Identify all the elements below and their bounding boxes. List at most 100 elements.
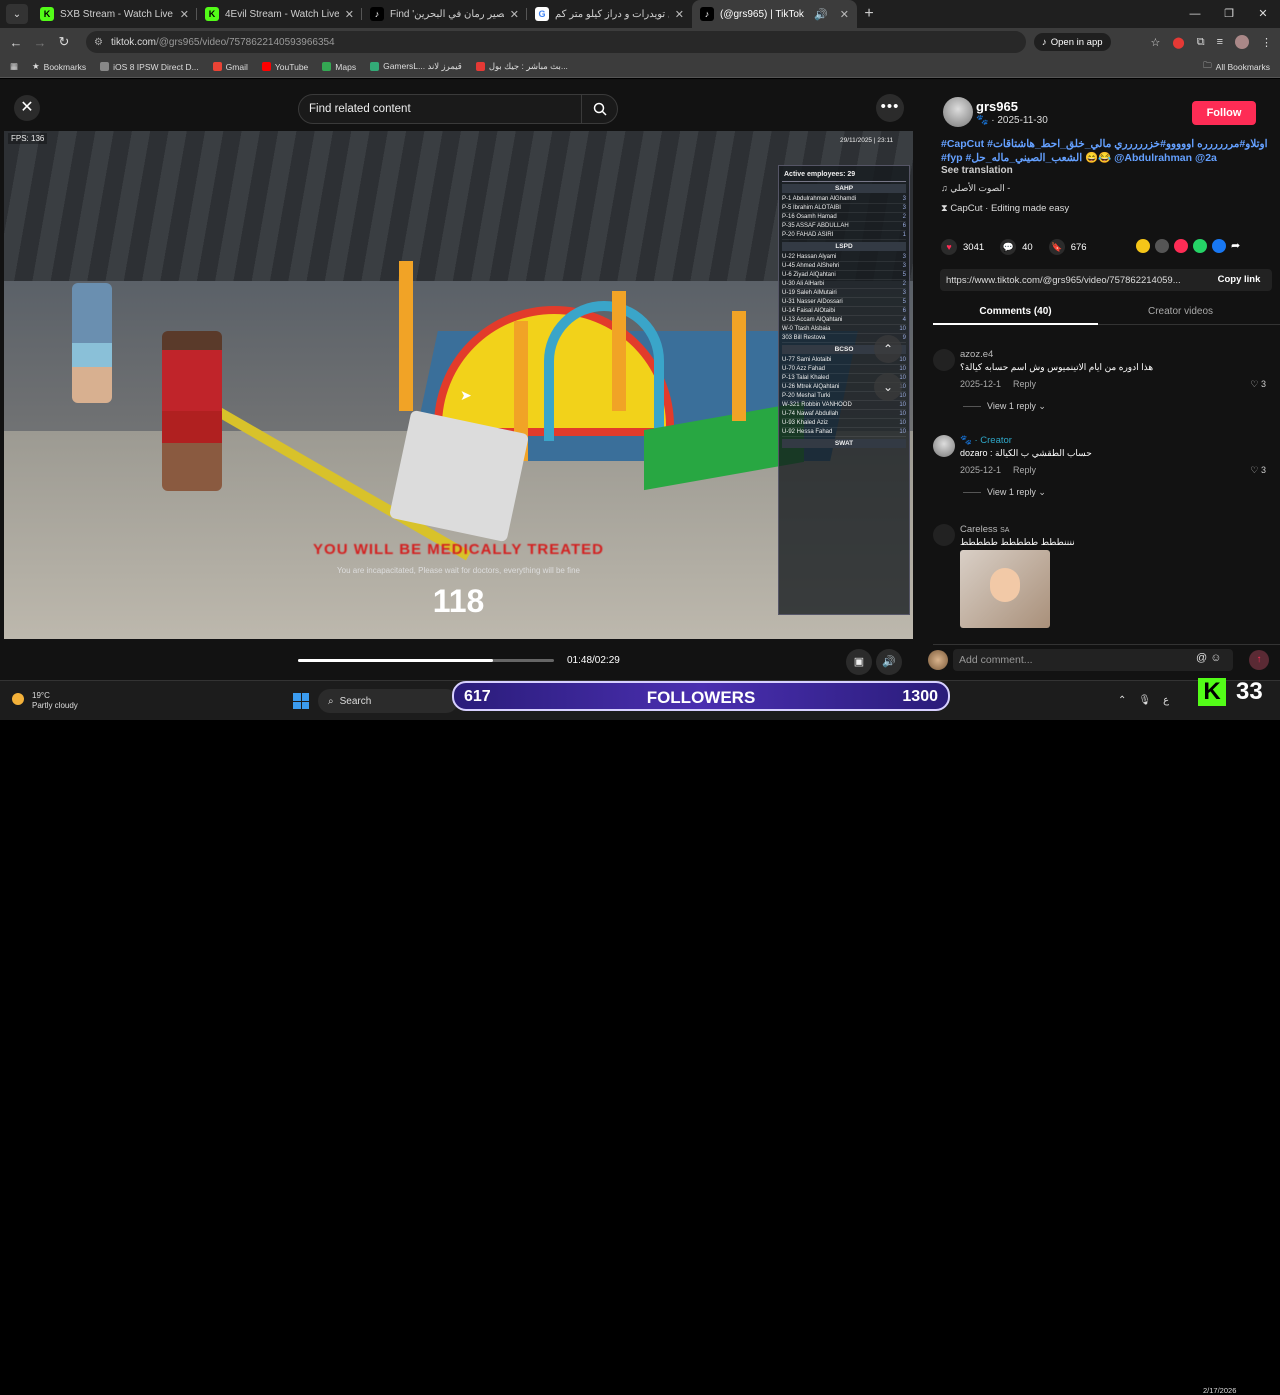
restore-icon[interactable]: ❐ [1212,0,1246,28]
view-replies-button[interactable]: View 1 reply ⌄ [963,401,1046,412]
commenter-avatar[interactable] [933,349,955,371]
close-video-button[interactable]: ✕ [14,95,40,121]
close-tab-icon[interactable]: ✕ [840,8,849,21]
close-tab-icon[interactable]: ✕ [345,8,354,21]
tab-creator-videos[interactable]: Creator videos [1098,306,1263,317]
facebook-icon[interactable] [1212,239,1226,253]
video-progress-bar[interactable] [298,659,554,662]
bookmark-item[interactable]: Maps [322,62,356,72]
bookmark-item[interactable]: ★ Bookmarks [32,61,86,72]
browser-tab[interactable]: K 4Evil Stream - Watch Live on Kick ✕ [197,0,362,28]
reload-icon[interactable]: ↻ [52,34,76,50]
desc-line-2[interactable]: #fyp #الشعب_الصيني_ماله_حل 😄😂 @Abdulrahm… [941,151,1271,165]
google-icon: G [535,7,549,21]
bookmark-item[interactable]: YouTube [261,62,308,72]
apps-grid-icon[interactable]: ▦ [10,61,18,72]
tab-search-button[interactable]: ⌄ [6,4,28,24]
bookmark-item[interactable]: GamersL... قيمرز لاند [370,61,462,72]
weather-widget[interactable]: 19°C Partly cloudy [12,691,78,711]
scoreboard-row: U-6 Ziyad AlQahtani 5 [782,272,906,280]
emoji-icon[interactable]: ☺ [1210,652,1221,664]
commenter-avatar[interactable] [933,524,955,546]
browser-tab-strip: ⌄ K SXB Stream - Watch Live on Kick ✕ K … [0,0,1280,28]
close-tab-icon[interactable]: ✕ [510,8,519,21]
browser-tab-active[interactable]: ♪ (@grs965) | TikTok 🔊 ✕ [692,0,857,28]
bookmark-item[interactable]: بث مباشر : جيك بول... [475,61,568,72]
browser-tab[interactable]: K SXB Stream - Watch Live on Kick ✕ [32,0,197,28]
whatsapp-icon[interactable] [1193,239,1207,253]
share-arrow-icon[interactable]: ➦ [1231,239,1245,253]
taskbar-search[interactable]: ⌕ Search [318,689,458,713]
more-options-button[interactable]: ••• [876,94,904,122]
copy-link-button[interactable]: Copy link [1206,269,1272,291]
menu-icon[interactable]: ⋮ [1261,36,1272,49]
previous-video-button[interactable]: ⌃ [874,335,902,363]
close-window-icon[interactable]: ✕ [1246,0,1280,28]
send-comment-button[interactable]: ↑ [1249,650,1269,670]
next-video-button[interactable]: ⌄ [874,373,902,401]
comment-date: 2025-12-1 [960,465,1002,475]
comment-like[interactable]: ♡ 3 [1250,379,1266,390]
desc-line-1[interactable]: #CapCut #اوتلاو#مرررررره اووووو#خزررررري… [941,137,1271,151]
embed-icon[interactable] [1155,239,1169,253]
browser-tab[interactable]: ♪ Find 'عصير رمان في البحرين' on ✕ [362,0,527,28]
comment-icon[interactable]: 💬 [1000,239,1017,255]
original-sound-link[interactable]: ♫ الصوت الأصلي - [941,183,1010,194]
volume-button[interactable]: 🔊 [876,649,902,675]
search-icon[interactable] [581,95,617,123]
back-icon[interactable]: ← [4,35,28,50]
close-tab-icon[interactable]: ✕ [675,8,684,21]
new-tab-button[interactable]: + [857,5,881,23]
url-bar[interactable]: ⚙ tiktok.com/@grs965/video/7578622140593… [86,31,1026,53]
creator-username[interactable]: grs965 [976,99,1018,114]
close-tab-icon[interactable]: ✕ [180,8,189,21]
coin-icon[interactable] [1136,239,1150,253]
yellow-pole [612,291,626,411]
system-date[interactable]: 2/17/2026 [1203,1386,1236,1395]
capcut-link[interactable]: ⧗ CapCut · Editing made easy [941,203,1069,214]
tab-comments[interactable]: Comments (40) [933,306,1098,317]
speaker-icon[interactable]: 🔊 [814,8,828,21]
creator-avatar[interactable] [943,97,973,127]
comment-like[interactable]: ♡ 3 [1250,465,1266,476]
npc-character [72,283,112,403]
pip-button[interactable]: ▣ [846,649,872,675]
show-hidden-icon[interactable]: ⌃ [1118,695,1126,706]
incapacitated-message: YOU WILL BE MEDICALLY TREATED You are in… [4,541,913,620]
extensions-icon[interactable]: ⧉ [1197,36,1205,49]
microphone-icon[interactable]: 🎙 [1138,695,1151,706]
bookmark-star-icon[interactable]: ☆ [1151,36,1161,49]
forward-icon[interactable]: → [28,35,52,50]
see-translation-link[interactable]: See translation [941,165,1013,176]
video-player[interactable]: FPS: 136 29/11/2025 | 23:11 Active emplo… [4,131,913,639]
follow-button[interactable]: Follow [1192,101,1256,125]
reply-button[interactable]: Reply [1013,379,1036,389]
view-replies-button[interactable]: View 1 reply ⌄ [963,487,1046,498]
send-icon[interactable] [1174,239,1188,253]
scoreboard-row: U-13 Accam AlQahtani 4 [782,317,906,325]
language-indicator[interactable]: ع [1163,695,1169,706]
comment-image[interactable] [960,550,1050,628]
bookmark-item[interactable]: Gmail [212,62,248,72]
reply-button[interactable]: Reply [1013,465,1036,475]
commenter-avatar[interactable] [933,435,955,457]
open-in-app-button[interactable]: ♪ Open in app [1034,33,1111,51]
video-link-box[interactable]: https://www.tiktok.com/@grs965/video/757… [940,269,1272,291]
search-input[interactable]: Find related content [298,94,618,124]
minimize-icon[interactable]: — [1178,0,1212,28]
commenter-name[interactable]: Careless SA [960,524,1009,535]
windows-start-icon[interactable] [293,693,309,709]
media-icon[interactable]: ≡ [1217,36,1223,48]
site-info-icon[interactable]: ⚙ [94,37,103,48]
add-comment-input[interactable]: Add comment... [953,649,1233,671]
profile-avatar[interactable] [1235,35,1249,49]
commenter-name[interactable]: azoz.e4 [960,349,993,360]
heart-icon[interactable]: ♥ [941,239,957,255]
comment-text: ننننططط ططططط ططططط [960,537,1075,547]
all-bookmarks-button[interactable]: 🗀 All Bookmarks [1203,60,1270,74]
mention-icon[interactable]: @ [1196,652,1207,664]
extension-red-icon[interactable]: ⬤ [1172,36,1184,49]
bookmark-item[interactable]: iOS 8 IPSW Direct D... [100,62,199,72]
browser-tab[interactable]: G بين تويدرات و دراز كيلو متر كم - ✕ [527,0,692,28]
bookmark-icon[interactable]: 🔖 [1048,239,1065,255]
